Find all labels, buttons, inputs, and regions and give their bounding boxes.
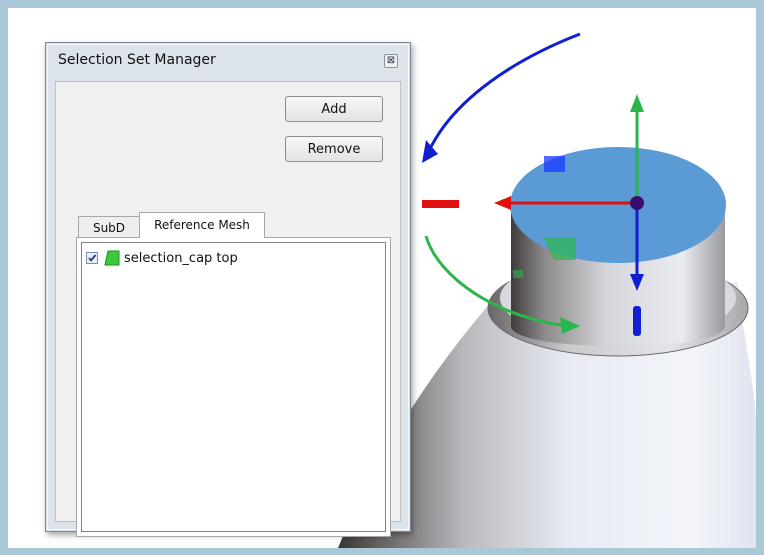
list-item-label: selection_cap top: [124, 250, 238, 266]
selection-set-manager-dialog: Selection Set Manager ⊠ Add Remove SubD …: [45, 42, 411, 537]
dialog-body: Add Remove SubD Reference Mesh selection…: [55, 81, 401, 537]
selection-checkbox[interactable]: [86, 252, 98, 264]
green-mesh-swatch-icon: [104, 250, 120, 266]
z-rotate-arc: [426, 32, 581, 154]
checkmark-icon: [88, 254, 97, 262]
tab-panel: selection_cap top: [76, 237, 391, 537]
tab-reference-mesh[interactable]: Reference Mesh: [139, 212, 265, 238]
dialog-title: Selection Set Manager: [58, 52, 216, 68]
close-icon[interactable]: ⊠: [384, 54, 398, 68]
add-button[interactable]: Add: [285, 96, 383, 122]
gizmo-center-handle: [630, 196, 644, 210]
dialog-titlebar[interactable]: Selection Set Manager ⊠: [46, 43, 410, 79]
3d-viewport[interactable]: Selection Set Manager ⊠ Add Remove SubD …: [8, 8, 756, 548]
selection-set-list[interactable]: selection_cap top: [81, 242, 386, 532]
remove-button[interactable]: Remove: [285, 136, 383, 162]
cap-top-face: [510, 147, 726, 263]
list-item[interactable]: selection_cap top: [86, 249, 238, 267]
tab-subd[interactable]: SubD: [78, 216, 140, 238]
